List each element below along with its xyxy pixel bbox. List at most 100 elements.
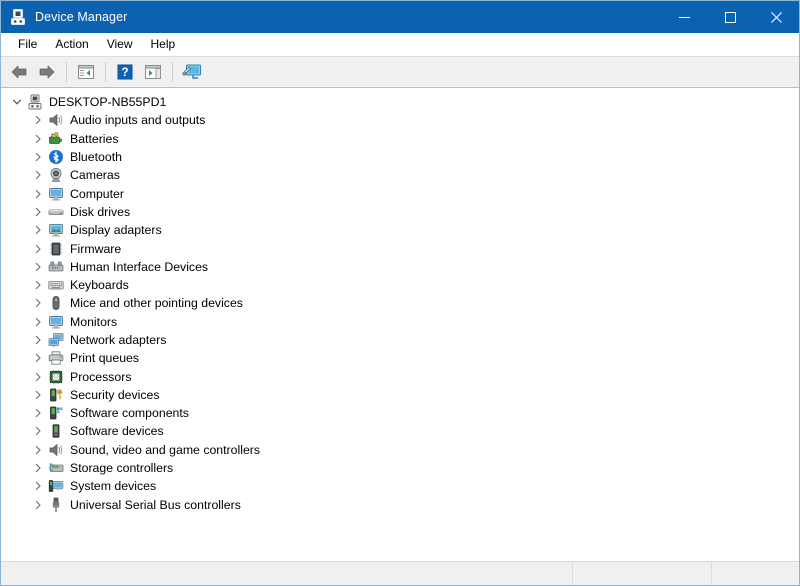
- chevron-right-icon[interactable]: [30, 478, 46, 494]
- tree-item-universal-serial-bus-controllers[interactable]: Universal Serial Bus controllers: [1, 496, 799, 514]
- chevron-right-icon[interactable]: [30, 222, 46, 238]
- chevron-right-icon[interactable]: [30, 204, 46, 220]
- help-button[interactable]: ?: [112, 60, 138, 84]
- chevron-right-icon[interactable]: [30, 149, 46, 165]
- tree-item-bluetooth[interactable]: Bluetooth: [1, 148, 799, 166]
- back-button[interactable]: [6, 60, 32, 84]
- device-tree: DESKTOP-NB55PD1 Audio inputs and outputs: [1, 93, 799, 514]
- tree-item-print-queues[interactable]: Print queues: [1, 349, 799, 367]
- tree-item-cameras[interactable]: Cameras: [1, 166, 799, 184]
- toolbar-separator: [172, 62, 173, 82]
- computer-root-icon: [27, 94, 43, 110]
- window-controls: [661, 1, 799, 33]
- tree-item-label: Software components: [70, 406, 189, 421]
- chevron-down-icon[interactable]: [9, 94, 25, 110]
- scan-for-hardware-changes-button[interactable]: [179, 60, 205, 84]
- tree-root-label: DESKTOP-NB55PD1: [49, 95, 167, 110]
- tree-item-storage-controllers[interactable]: Storage controllers: [1, 459, 799, 477]
- monitor-icon: [48, 314, 64, 330]
- tree-item-software-devices[interactable]: Software devices: [1, 422, 799, 440]
- tree-item-software-components[interactable]: Software components: [1, 404, 799, 422]
- tree-item-label: Software devices: [70, 424, 164, 439]
- chevron-right-icon[interactable]: [30, 131, 46, 147]
- chevron-right-icon[interactable]: [30, 186, 46, 202]
- tree-item-label: Monitors: [70, 314, 118, 329]
- keyboard-icon: [48, 277, 64, 293]
- processor-icon: [48, 369, 64, 385]
- tree-item-label: Keyboards: [70, 278, 129, 293]
- tree-item-label: Print queues: [70, 351, 140, 366]
- status-bar: [1, 561, 799, 585]
- close-button[interactable]: [753, 1, 799, 33]
- usb-icon: [48, 497, 64, 513]
- tree-item-label: Network adapters: [70, 333, 167, 347]
- tree-item-firmware[interactable]: Firmware: [1, 239, 799, 257]
- tree-item-keyboards[interactable]: Keyboards: [1, 276, 799, 294]
- firmware-chip-icon: [48, 241, 64, 257]
- device-manager-window: Device Manager File Action View Help ? D…: [0, 0, 800, 586]
- forward-button[interactable]: [34, 60, 60, 84]
- tree-item-label: Security devices: [70, 387, 160, 402]
- tree-item-label: Disk drives: [70, 204, 131, 219]
- tree-item-mice-and-other-pointing-devices[interactable]: Mice and other pointing devices: [1, 294, 799, 312]
- chevron-right-icon[interactable]: [30, 460, 46, 476]
- chevron-right-icon[interactable]: [30, 350, 46, 366]
- tree-item-label: Storage controllers: [70, 461, 174, 476]
- chevron-right-icon[interactable]: [30, 259, 46, 275]
- tree-item-disk-drives[interactable]: Disk drives: [1, 203, 799, 221]
- tree-item-network-adapters[interactable]: Network adapters: [1, 331, 799, 349]
- tree-item-human-interface-devices[interactable]: Human Interface Devices: [1, 258, 799, 276]
- menu-action[interactable]: Action: [46, 35, 97, 53]
- menu-view[interactable]: View: [98, 35, 142, 53]
- menu-help[interactable]: Help: [142, 35, 185, 53]
- console-tree-icon: [78, 65, 94, 79]
- tree-item-processors[interactable]: Processors: [1, 367, 799, 385]
- software-device-icon: [48, 423, 64, 439]
- svg-text:?: ?: [121, 67, 128, 79]
- tree-item-batteries[interactable]: Batteries: [1, 130, 799, 148]
- chevron-right-icon[interactable]: [30, 112, 46, 128]
- tree-item-monitors[interactable]: Monitors: [1, 313, 799, 331]
- chevron-right-icon[interactable]: [30, 423, 46, 439]
- status-panel-tertiary: [712, 562, 799, 585]
- tree-item-label: Mice and other pointing devices: [70, 296, 243, 311]
- chevron-right-icon[interactable]: [30, 332, 46, 348]
- tree-item-audio-inputs-and-outputs[interactable]: Audio inputs and outputs: [1, 111, 799, 129]
- chevron-right-icon[interactable]: [30, 295, 46, 311]
- properties-button[interactable]: [140, 60, 166, 84]
- chevron-right-icon[interactable]: [30, 369, 46, 385]
- tree-item-computer[interactable]: Computer: [1, 184, 799, 202]
- forward-arrow-icon: [39, 65, 55, 79]
- chevron-right-icon[interactable]: [30, 167, 46, 183]
- scan-hardware-icon: [182, 64, 201, 79]
- chevron-right-icon[interactable]: [30, 405, 46, 421]
- chevron-right-icon[interactable]: [30, 314, 46, 330]
- chevron-right-icon[interactable]: [30, 277, 46, 293]
- tree-root-item[interactable]: DESKTOP-NB55PD1: [1, 93, 799, 111]
- chevron-right-icon[interactable]: [30, 241, 46, 257]
- speaker-icon: [48, 112, 64, 128]
- system-device-icon: [48, 478, 64, 494]
- tree-item-label: Cameras: [70, 168, 120, 183]
- menu-file[interactable]: File: [9, 35, 46, 53]
- show-hide-console-tree-button[interactable]: [73, 60, 99, 84]
- tree-item-display-adapters[interactable]: Display adapters: [1, 221, 799, 239]
- toolbar-separator: [105, 62, 106, 82]
- minimize-button[interactable]: [661, 1, 707, 33]
- bluetooth-icon: [48, 149, 64, 165]
- tree-item-label: Bluetooth: [70, 150, 122, 165]
- chevron-right-icon[interactable]: [30, 442, 46, 458]
- monitor-icon: [48, 186, 64, 202]
- tree-item-label: System devices: [70, 479, 157, 494]
- printer-icon: [48, 350, 64, 366]
- hid-icon: [48, 259, 64, 275]
- properties-panel-icon: [145, 65, 161, 79]
- tree-item-sound-video-and-game-controllers[interactable]: Sound, video and game controllers: [1, 441, 799, 459]
- disk-drive-icon: [48, 204, 64, 220]
- maximize-button[interactable]: [707, 1, 753, 33]
- chevron-right-icon[interactable]: [30, 387, 46, 403]
- camera-icon: [48, 167, 64, 183]
- tree-item-system-devices[interactable]: System devices: [1, 477, 799, 495]
- tree-item-security-devices[interactable]: Security devices: [1, 386, 799, 404]
- chevron-right-icon[interactable]: [30, 497, 46, 513]
